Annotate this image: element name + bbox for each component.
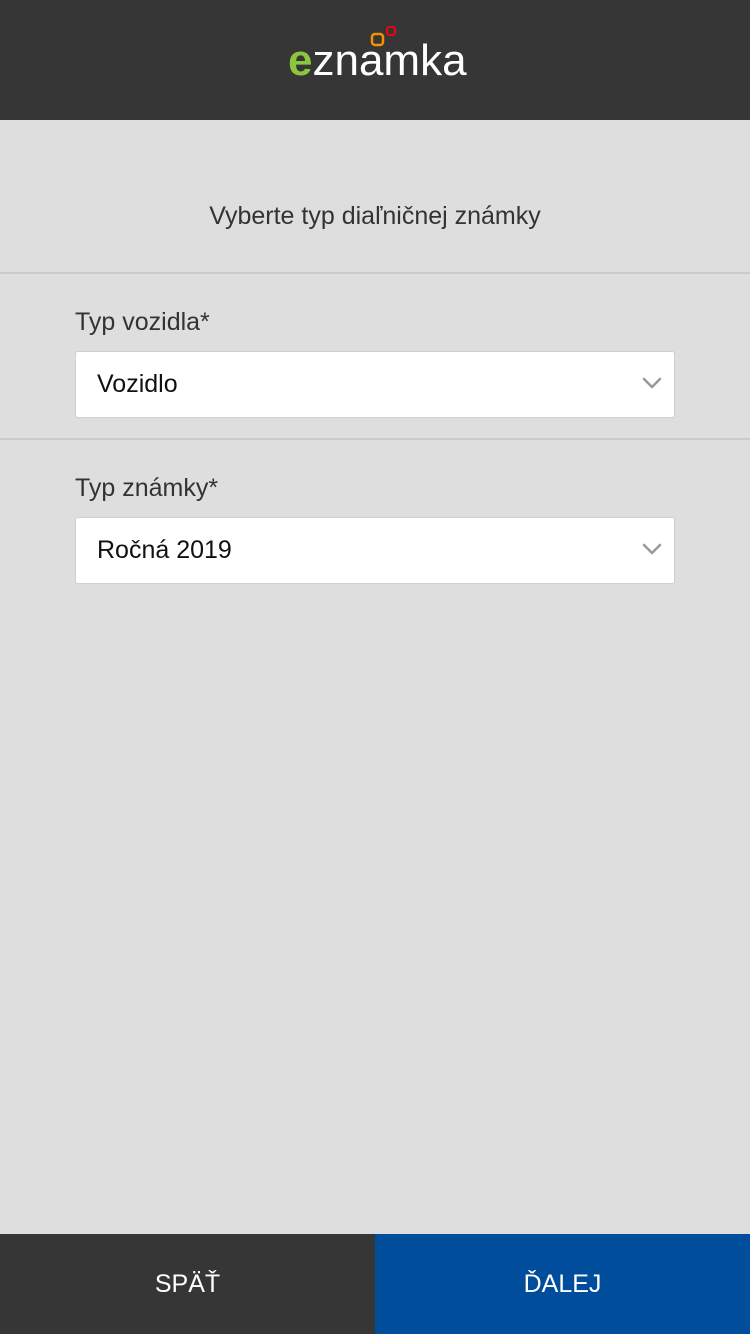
vignette-type-value: Ročná 2019 (97, 536, 232, 564)
vehicle-type-group: Typ vozidla* Vozidlo (0, 276, 750, 440)
vehicle-type-value: Vozidlo (97, 370, 178, 398)
page-title: Vyberte typ diaľničnej známky (0, 120, 750, 274)
logo-rest: znamka (312, 36, 467, 85)
vignette-type-select[interactable]: Ročná 2019 (75, 517, 675, 584)
vehicle-type-label: Typ vozidla* (75, 308, 210, 336)
back-button[interactable]: SPÄŤ (0, 1234, 375, 1334)
eznamka-logo: eznamka (288, 26, 470, 85)
chevron-down-icon (642, 377, 662, 389)
vignette-type-label: Typ známky* (75, 474, 219, 502)
next-button[interactable]: ĎALEJ (375, 1234, 750, 1334)
logo-e-letter: e (288, 36, 313, 85)
vignette-type-group: Typ známky* Ročná 2019 (0, 442, 750, 606)
app-header: eznamka (0, 0, 750, 120)
logo-wordmark: eznamka (288, 34, 467, 88)
chevron-down-icon (642, 543, 662, 555)
footer-nav: SPÄŤ ĎALEJ (0, 1234, 750, 1334)
vehicle-type-select[interactable]: Vozidlo (75, 351, 675, 418)
